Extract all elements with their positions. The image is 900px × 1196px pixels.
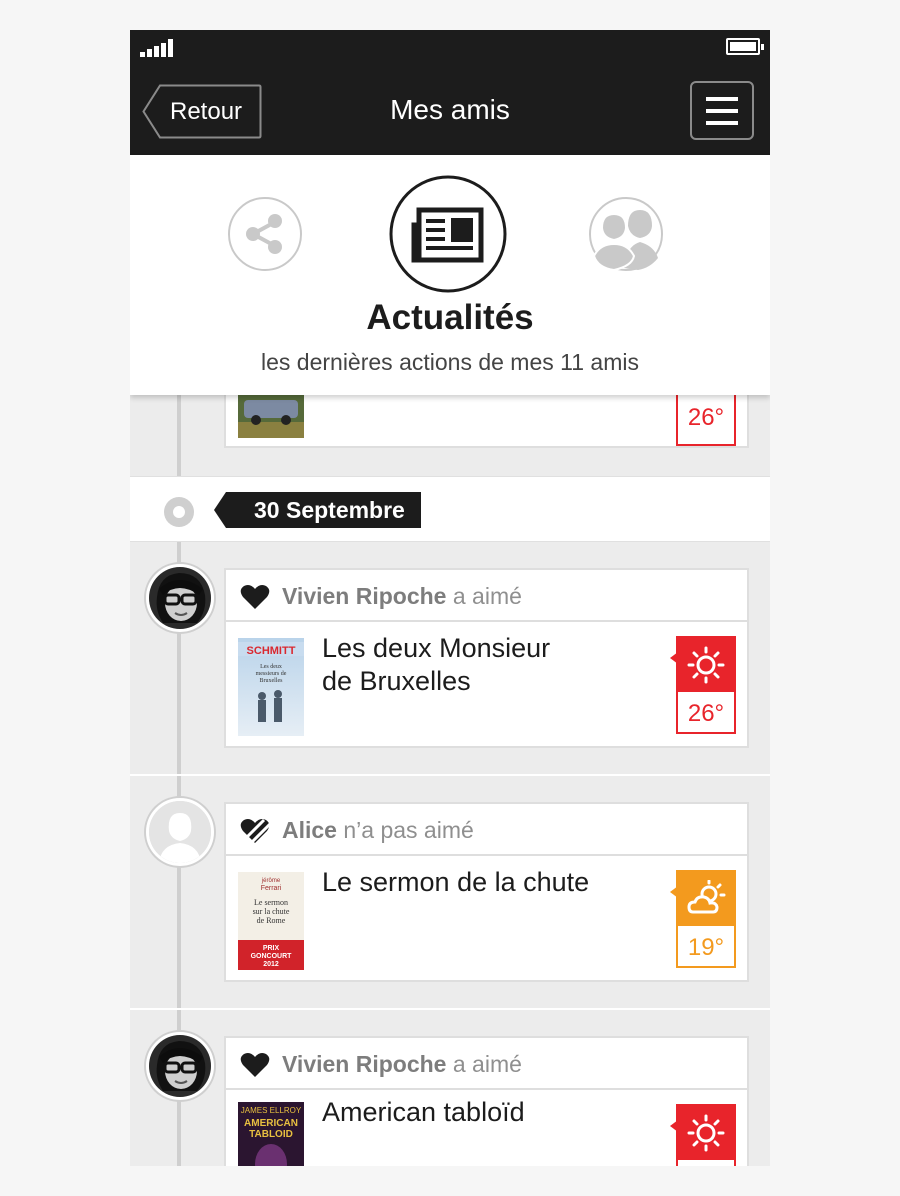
temperature: 19° [687,934,725,961]
user-name[interactable]: Vivien Ripoche [282,583,446,609]
sun-icon [678,1106,734,1160]
book-cover[interactable]: JAMES ELLROY AMERICAN TABLOID [238,1102,304,1166]
cover-author: SCHMITT [247,645,296,657]
svg-text:Bruxelles: Bruxelles [260,678,284,684]
feed-card[interactable]: Vivien Ripoche a aimé SCHMITT Les deux mes… [224,568,749,748]
share-tab[interactable] [227,196,303,277]
book-title-line: Les deux Monsieur [322,633,551,663]
menu-icon [706,109,738,113]
weather-badge: 19° [670,870,736,968]
svg-text:sur la chute: sur la chute [253,907,290,916]
heart-icon [240,585,270,609]
news-tab[interactable] [389,175,507,298]
phone-screen: 26° 30 Septembre Vivien Ripoche a aimé S… [130,30,770,1166]
friends-icon [589,197,663,272]
date-label: 30 Septembre [214,492,421,528]
section-subtitle: les dernières actions de mes 11 amis [261,349,639,375]
svg-text:jérôme: jérôme [261,878,281,884]
friends-tab[interactable] [588,196,664,277]
partly-cloudy-icon [678,872,734,926]
svg-text:Ferrari: Ferrari [261,885,282,892]
avatar[interactable] [146,1032,214,1100]
card-header: Vivien Ripoche a aimé [226,1038,747,1090]
action-text: n’a pas aimé [343,817,474,843]
book-cover[interactable]: SCHMITT Les deux messieurs de Bruxelles [238,638,304,736]
section-title: Actualités [366,298,534,337]
temperature: 26° [687,700,725,727]
menu-button[interactable] [690,81,754,140]
book-title[interactable]: Les deux Monsieur de Bruxelles [322,632,622,698]
temperature: 26° [687,404,725,431]
weather-tab [670,1120,678,1132]
weather-badge: 26° [670,636,736,734]
activity-text: Vivien Ripoche a aimé [282,1038,522,1090]
avatar[interactable] [146,798,214,866]
svg-text:messieurs de: messieurs de [256,671,287,677]
menu-icon [706,121,738,125]
weather-badge [670,1104,736,1166]
feed-card[interactable]: Vivien Ripoche a aimé JAMES ELLROY AMERIC… [224,1036,749,1166]
divider [130,774,770,776]
book-title-line: de Bruxelles [322,666,471,696]
book-title-line: Le sermon de la chute [322,867,590,897]
svg-text:PRIX: PRIX [263,945,280,952]
card-header: Vivien Ripoche a aimé [226,570,747,622]
svg-text:Le sermon: Le sermon [254,898,288,907]
date-separator: 30 Septembre [130,476,770,542]
svg-text:de Rome: de Rome [257,916,286,925]
book-title[interactable]: Le sermon de la chute [322,866,642,899]
user-name[interactable]: Alice [282,817,337,843]
book-cover[interactable]: jérôme Ferrari Le sermon sur la chute de Rom… [238,872,304,970]
weather-tab [670,886,678,898]
book-title-line: American tabloïd [322,1097,525,1127]
menu-icon [706,97,738,101]
status-bar [130,30,770,64]
divider [130,1008,770,1010]
svg-text:AMERICAN: AMERICAN [244,1118,298,1129]
avatar[interactable] [146,564,214,632]
battery-icon [726,38,764,55]
section-header: Actualités les dernières actions de mes … [130,155,770,395]
page-title: Mes amis [390,94,510,125]
activity-text: Vivien Ripoche a aimé [282,570,522,622]
user-name[interactable]: Vivien Ripoche [282,1051,446,1077]
svg-text:TABLOID: TABLOID [249,1129,293,1140]
svg-text:2012: 2012 [263,961,279,968]
book-cover [238,392,304,438]
svg-text:Les deux: Les deux [260,664,282,670]
share-icon [228,197,302,271]
svg-text:GONCOURT: GONCOURT [251,953,293,960]
svg-text:JAMES ELLROY: JAMES ELLROY [241,1106,302,1115]
newspaper-icon [389,175,507,293]
timeline-dot [164,497,194,527]
weather-tab [670,652,678,664]
feed-card[interactable]: Alice n’a pas aimé jérôme Ferrari Le sermo… [224,802,749,982]
activity-text: Alice n’a pas aimé [282,804,474,856]
broken-heart-icon [240,818,270,844]
action-text: a aimé [452,583,522,609]
sun-icon [678,638,734,692]
action-text: a aimé [452,1051,522,1077]
card-header: Alice n’a pas aimé [226,804,747,856]
book-title[interactable]: American tabloïd [322,1096,622,1129]
nav-bar: Retour Mes amis [130,64,770,155]
heart-icon [240,1053,270,1077]
